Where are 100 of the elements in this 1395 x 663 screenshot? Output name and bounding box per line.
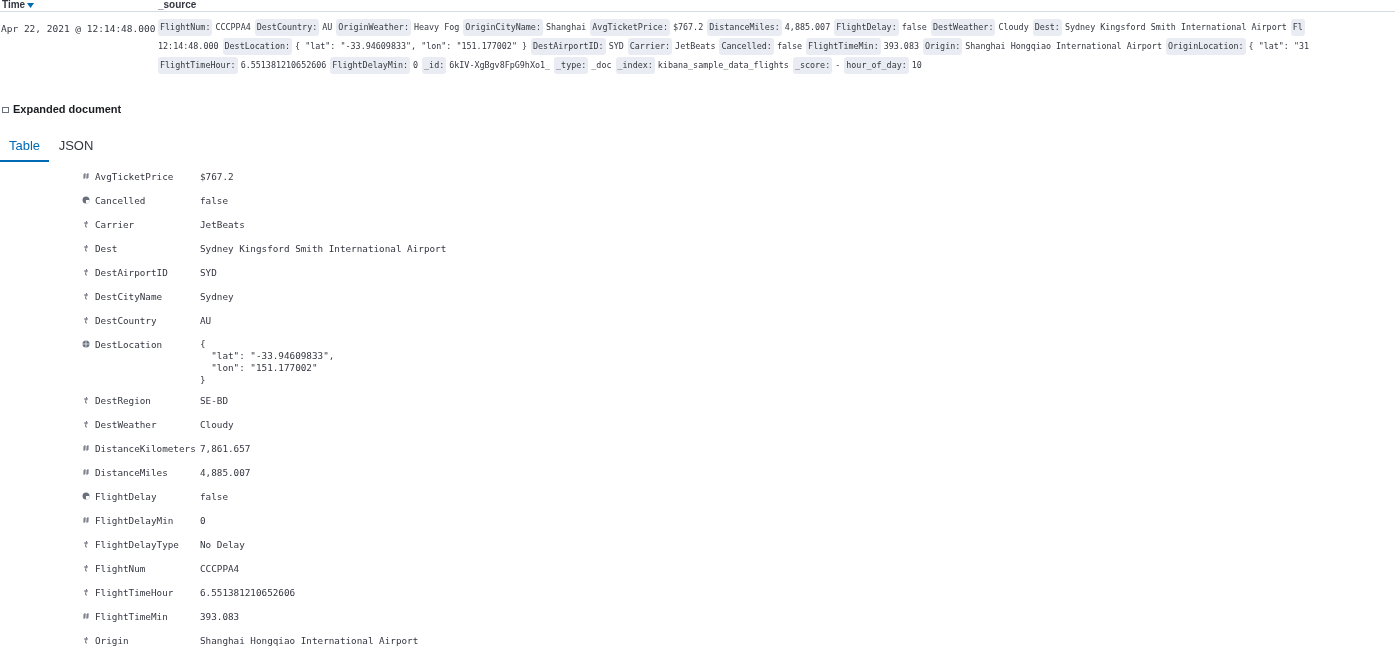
field-value: _doc xyxy=(591,59,612,72)
letter-t-icon xyxy=(82,419,90,428)
field-key-badge: Origin: xyxy=(923,38,963,55)
field-name: DestAirportID xyxy=(95,265,169,280)
field-value: - xyxy=(835,59,841,72)
tab[interactable]: JSON xyxy=(49,132,103,162)
field-value: Cloudy xyxy=(998,21,1029,34)
field-value: CCCPPA4 xyxy=(200,561,240,576)
field-value: { "lat": "31 xyxy=(1248,40,1310,53)
field-value: { "lat": "-33.94609833", "lon": "151.177002" } xyxy=(295,40,528,53)
field-value: Shanghai xyxy=(545,21,587,34)
letter-t-icon xyxy=(82,291,90,300)
field-value: SYD xyxy=(200,265,217,280)
field-key-badge: AvgTicketPrice: xyxy=(590,19,670,36)
field-value: Sydney xyxy=(200,289,234,304)
field-name: Carrier xyxy=(95,217,136,232)
field-key-badge: FlightDelayMin: xyxy=(330,57,410,74)
hash-icon xyxy=(82,515,90,524)
field-name: DestRegion xyxy=(95,393,152,408)
hash-icon xyxy=(82,611,90,620)
field-name: FlightDelayType xyxy=(95,537,180,552)
field-name: Origin xyxy=(95,633,130,648)
tab[interactable]: Table xyxy=(0,132,49,162)
field-value: 7,861.657 xyxy=(200,441,251,456)
field-value: 393.083 xyxy=(883,40,919,53)
field-value: 6kIV-XgBgv8FpG9hXo1_ xyxy=(449,59,551,72)
field-key-badge: Fl xyxy=(1290,19,1305,36)
field-value: Sydney Kingsford Smith International Airport xyxy=(1064,21,1287,34)
column-header[interactable]: _source xyxy=(158,0,197,10)
field-value: SE-BD xyxy=(200,393,228,408)
field-key-badge: _score: xyxy=(792,57,833,74)
field-value: 6.551381210652606 xyxy=(240,59,327,72)
field-value: SYD xyxy=(608,40,624,53)
field-key-badge: FlightTimeHour: xyxy=(158,57,238,74)
field-name: FlightNum xyxy=(95,561,147,576)
field-value: Shanghai Hongqiao International Airport xyxy=(200,633,419,648)
field-value: 0 xyxy=(413,59,419,72)
letter-t-icon xyxy=(82,395,90,404)
field-key-badge: _type: xyxy=(554,57,589,74)
field-name: FlightDelayMin xyxy=(95,513,175,528)
field-value: $767.2 xyxy=(200,169,234,184)
field-key-badge: Cancelled: xyxy=(719,38,774,55)
field-name: FlightTimeMin xyxy=(95,609,169,624)
globe-icon xyxy=(82,339,90,348)
field-key-badge: FlightNum: xyxy=(158,19,213,36)
field-key-badge: DestWeather: xyxy=(930,19,996,36)
document-icon xyxy=(2,105,9,113)
field-key-badge: OriginWeather: xyxy=(336,19,411,36)
letter-t-icon xyxy=(82,267,90,276)
field-name: DestWeather xyxy=(95,417,158,432)
section-title: Expanded document xyxy=(13,102,122,117)
letter-t-icon xyxy=(82,635,90,644)
field-value: kibana_sample_data_flights xyxy=(657,59,789,72)
field-value: Sydney Kingsford Smith International Airport xyxy=(200,241,447,256)
half-circle-icon xyxy=(82,491,90,500)
field-name: FlightDelay xyxy=(95,489,158,504)
field-value: false xyxy=(776,40,803,53)
field-value: 4,885.007 xyxy=(784,21,831,34)
field-name: DestCountry xyxy=(95,313,158,328)
field-key-badge: _id: xyxy=(422,57,447,74)
field-value: AU xyxy=(200,313,212,328)
field-name: DestLocation xyxy=(95,337,164,352)
letter-t-icon xyxy=(82,563,90,572)
field-name: DestCityName xyxy=(95,289,164,304)
field-value: 393.083 xyxy=(200,609,240,624)
field-value: JetBeats xyxy=(200,217,245,232)
field-key-badge: Dest: xyxy=(1032,19,1062,36)
field-name: FlightTimeHour xyxy=(95,585,175,600)
letter-t-icon xyxy=(82,587,90,596)
field-name: DistanceMiles xyxy=(95,465,169,480)
field-key-badge: FlightTimeMin: xyxy=(806,38,881,55)
time-cell-text: Apr 22, 2021 @ 12:14:48.000 xyxy=(0,22,157,36)
field-value: false xyxy=(200,193,228,208)
letter-t-icon xyxy=(82,539,90,548)
field-key-badge: hour_of_day: xyxy=(844,57,909,74)
field-key-badge: OriginLocation: xyxy=(1165,38,1246,55)
field-value: Shanghai Hongqiao International Airport xyxy=(965,40,1162,53)
field-value: AU xyxy=(322,21,333,34)
field-key-badge: FlightDelay: xyxy=(834,19,899,36)
field-value: 10 xyxy=(911,59,922,72)
field-key-badge: DestCountry: xyxy=(254,19,320,36)
field-key-badge: Carrier: xyxy=(627,38,673,55)
field-key-badge: _index: xyxy=(615,57,655,74)
sort-icon[interactable] xyxy=(27,2,35,8)
field-name: Dest xyxy=(95,241,119,256)
hash-icon xyxy=(82,443,90,452)
field-value: 6.551381210652606 xyxy=(200,585,296,600)
letter-t-icon xyxy=(82,315,90,324)
field-value: 4,885.007 xyxy=(200,465,251,480)
field-name: AvgTicketPrice xyxy=(95,169,175,184)
field-key-badge: DistanceMiles: xyxy=(707,19,782,36)
field-value: Cloudy xyxy=(200,417,234,432)
field-name: Cancelled xyxy=(95,193,147,208)
hash-icon xyxy=(82,171,90,180)
field-value: false xyxy=(200,489,228,504)
field-key-badge: OriginCityName: xyxy=(463,19,543,36)
field-key-badge: DestAirportID: xyxy=(531,38,606,55)
field-key-badge: DestLocation: xyxy=(222,38,293,55)
column-header[interactable]: Time xyxy=(2,0,26,10)
field-value: JetBeats xyxy=(675,40,716,53)
